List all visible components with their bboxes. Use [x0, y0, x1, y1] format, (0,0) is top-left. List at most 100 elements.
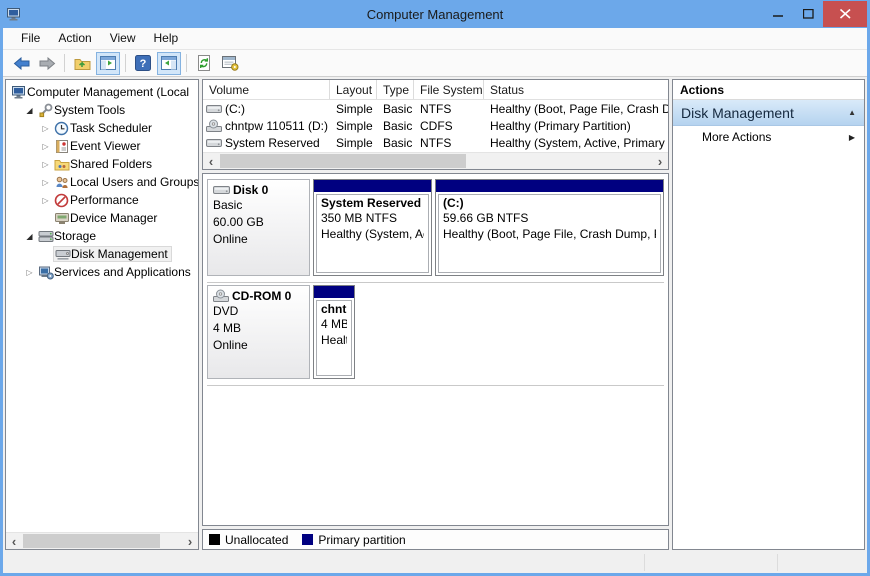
- disk-management-console-button[interactable]: [218, 52, 242, 75]
- expander-icon[interactable]: ▷: [38, 196, 53, 205]
- more-actions-label: More Actions: [702, 130, 771, 144]
- expander-icon[interactable]: ◢: [22, 106, 37, 115]
- volume-type: Basic: [377, 136, 414, 150]
- volume-type: Basic: [377, 119, 414, 133]
- local-users-icon: [53, 175, 70, 190]
- back-button[interactable]: [9, 52, 33, 75]
- volume-status: Healthy (Boot, Page File, Crash Dump, Pr…: [484, 102, 668, 116]
- hard-disk-icon: [213, 184, 230, 196]
- volume-name: chntpw 110511 (D:): [225, 119, 328, 133]
- tree-item-device-manager[interactable]: Device Manager: [6, 209, 198, 227]
- column-header-type[interactable]: Type: [377, 80, 414, 99]
- partition-size: 4 MB: [321, 316, 347, 332]
- volume-row-system-reserved[interactable]: System Reserved Simple Basic NTFS Health…: [203, 134, 668, 151]
- minimize-button[interactable]: [763, 1, 793, 27]
- disk-size: 4 MB: [213, 320, 309, 337]
- column-header-status[interactable]: Status: [484, 80, 668, 99]
- scroll-right-icon[interactable]: ›: [182, 534, 198, 549]
- tree-item-system-tools[interactable]: ◢ System Tools: [6, 101, 198, 119]
- close-button[interactable]: [823, 1, 867, 27]
- scroll-left-icon[interactable]: ‹: [203, 154, 219, 169]
- show-console-tree-button[interactable]: [96, 52, 120, 75]
- tree-item-storage[interactable]: ◢ Storage: [6, 227, 198, 245]
- refresh-button[interactable]: [192, 52, 216, 75]
- menu-bar: File Action View Help: [3, 28, 867, 50]
- status-bar: [3, 552, 867, 573]
- drive-icon: [206, 103, 222, 115]
- disk-status: Online: [213, 337, 309, 354]
- partition-health: Healthy (Primary Partition): [321, 332, 347, 348]
- actions-pane: Actions Disk Management ▲ More Actions ▶: [672, 79, 865, 550]
- actions-group-disk-management[interactable]: Disk Management ▲: [673, 100, 864, 126]
- disk-size: 60.00 GB: [213, 214, 309, 231]
- console-tree-pane: Computer Management (Local ◢ System Tool…: [5, 79, 199, 550]
- expander-icon[interactable]: ▷: [38, 142, 53, 151]
- title-bar[interactable]: Computer Management: [3, 0, 867, 28]
- help-button[interactable]: ?: [131, 52, 155, 75]
- tree-item-label: Local Users and Groups: [70, 175, 198, 189]
- volume-list-header: Volume Layout Type File System Status: [203, 80, 668, 100]
- shared-folders-icon: [53, 157, 70, 171]
- menu-action[interactable]: Action: [49, 28, 100, 49]
- volume-list-horizontal-scrollbar[interactable]: ‹ ›: [203, 152, 668, 169]
- primary-partition-color-swatch: [302, 534, 313, 545]
- column-header-file-system[interactable]: File System: [414, 80, 484, 99]
- volume-layout: Simple: [330, 102, 377, 116]
- tree-item-disk-management[interactable]: Disk Management: [6, 245, 198, 263]
- scroll-right-icon[interactable]: ›: [652, 154, 668, 169]
- scrollbar-thumb[interactable]: [23, 534, 160, 548]
- disk-0-info[interactable]: Disk 0 Basic 60.00 GB Online: [207, 179, 310, 276]
- maximize-button[interactable]: [793, 1, 823, 27]
- console-tree-icon: [100, 56, 116, 70]
- disk-name: Disk 0: [233, 183, 268, 197]
- toolbar-separator: [186, 54, 187, 72]
- menu-file[interactable]: File: [12, 28, 49, 49]
- computer-icon: [10, 85, 27, 100]
- disk-kind: DVD: [213, 303, 309, 320]
- scroll-left-icon[interactable]: ‹: [6, 534, 22, 549]
- partition-size: 59.66 GB NTFS: [443, 210, 656, 226]
- column-header-layout[interactable]: Layout: [330, 80, 377, 99]
- tree-item-task-scheduler[interactable]: ▷ Task Scheduler: [6, 119, 198, 137]
- cd-rom-0-info[interactable]: CD-ROM 0 DVD 4 MB Online: [207, 285, 310, 379]
- forward-button[interactable]: [35, 52, 59, 75]
- tree-item-local-users-and-groups[interactable]: ▷ Local Users and Groups: [6, 173, 198, 191]
- up-one-level-button[interactable]: [70, 52, 94, 75]
- menu-view[interactable]: View: [101, 28, 145, 49]
- more-actions-item[interactable]: More Actions ▶: [673, 126, 864, 148]
- partition-d[interactable]: chntpw 110511 (D:) 4 MB Healthy (Primary…: [313, 285, 355, 379]
- forward-icon: [39, 57, 56, 70]
- expander-icon[interactable]: ▷: [38, 178, 53, 187]
- volume-name: System Reserved: [225, 136, 320, 150]
- partition-color-bar: [436, 180, 663, 192]
- partition-color-bar: [314, 286, 354, 298]
- console-tree: Computer Management (Local ◢ System Tool…: [6, 80, 198, 532]
- partition-system-reserved[interactable]: System Reserved 350 MB NTFS Healthy (Sys…: [313, 179, 432, 276]
- show-action-pane-button[interactable]: [157, 52, 181, 75]
- scrollbar-thumb[interactable]: [220, 154, 466, 168]
- expander-icon[interactable]: ▷: [38, 124, 53, 133]
- tree-item-label: Event Viewer: [70, 139, 140, 153]
- column-header-volume[interactable]: Volume: [203, 80, 330, 99]
- volume-name: (C:): [225, 102, 245, 116]
- tree-item-label: System Tools: [54, 103, 125, 117]
- refresh-icon: [197, 55, 211, 71]
- tree-item-performance[interactable]: ▷ Performance: [6, 191, 198, 209]
- tree-item-shared-folders[interactable]: ▷ Shared Folders: [6, 155, 198, 173]
- volume-row-c[interactable]: (C:) Simple Basic NTFS Healthy (Boot, Pa…: [203, 100, 668, 117]
- toolbar-separator: [64, 54, 65, 72]
- partition-name: (C:): [443, 196, 656, 210]
- tree-item-computer-management[interactable]: Computer Management (Local: [6, 83, 198, 101]
- tree-item-services-and-applications[interactable]: ▷ Services and Applications: [6, 263, 198, 281]
- volume-row-d[interactable]: chntpw 110511 (D:) Simple Basic CDFS Hea…: [203, 117, 668, 134]
- menu-help[interactable]: Help: [145, 28, 188, 49]
- tree-item-label: Device Manager: [70, 211, 157, 225]
- collapse-arrow-icon[interactable]: ▲: [848, 108, 856, 117]
- tree-horizontal-scrollbar[interactable]: ‹ ›: [6, 532, 198, 549]
- tree-item-event-viewer[interactable]: ▷ Event Viewer: [6, 137, 198, 155]
- expander-icon[interactable]: ▷: [38, 160, 53, 169]
- volume-file-system: CDFS: [414, 119, 484, 133]
- expander-icon[interactable]: ◢: [22, 232, 37, 241]
- expander-icon[interactable]: ▷: [22, 268, 37, 277]
- partition-c[interactable]: (C:) 59.66 GB NTFS Healthy (Boot, Page F…: [435, 179, 664, 276]
